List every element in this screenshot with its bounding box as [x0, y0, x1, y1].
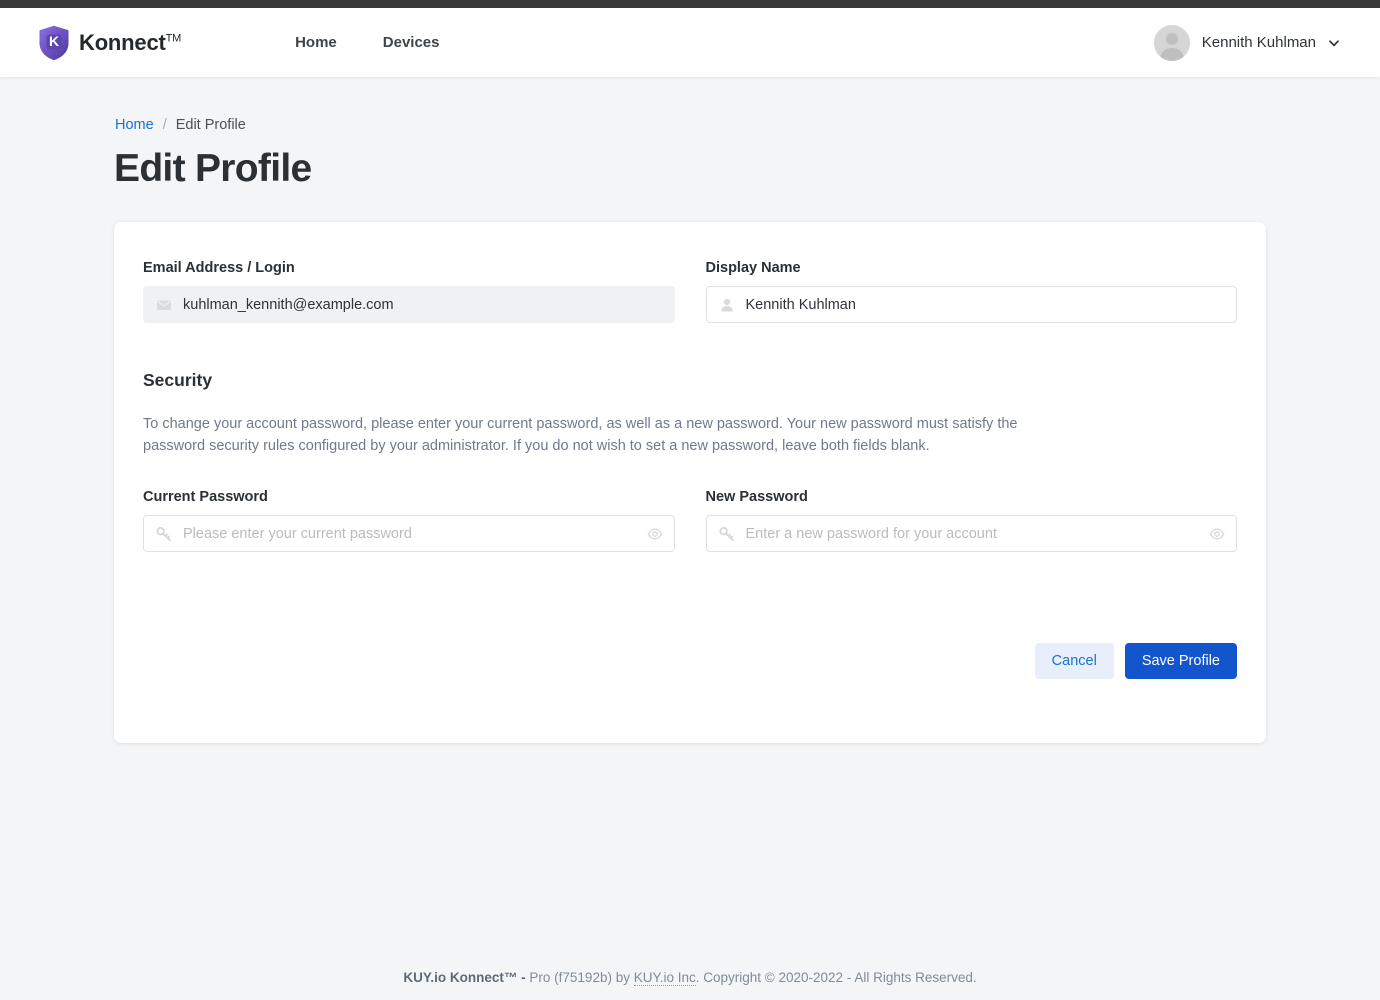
eye-icon[interactable] [1209, 526, 1225, 542]
brand-trademark: TM [165, 32, 182, 45]
email-field-group: Email Address / Login [143, 260, 675, 323]
email-input-wrap [143, 286, 675, 323]
current-password-input-wrap [143, 515, 675, 552]
footer-version: Pro (f75192b) by [529, 969, 630, 985]
user-silhouette-icon [1153, 24, 1190, 61]
app-header: K KonnectTM Home Devices Kennith Kuhlman [0, 8, 1380, 77]
current-password-field-group: Current Password [143, 489, 675, 552]
footer-brand: KUY.io Konnect™ - [403, 969, 526, 985]
current-password-label: Current Password [143, 489, 268, 505]
breadcrumb-current: Edit Profile [175, 117, 246, 133]
edit-profile-card: Email Address / Login Display Name [114, 222, 1266, 743]
avatar [1153, 24, 1190, 61]
footer-company: KUY.io Inc [633, 969, 696, 986]
password-row: Current Password New Password [143, 489, 1237, 552]
user-menu[interactable]: Kennith Kuhlman [1153, 24, 1340, 61]
page-footer: KUY.io Konnect™ - Pro (f75192b) by KUY.i… [0, 954, 1380, 1000]
primary-nav: Home Devices [295, 34, 439, 51]
current-password-input[interactable] [143, 515, 675, 552]
new-password-input[interactable] [705, 515, 1237, 552]
display-name-label: Display Name [705, 260, 801, 276]
page-body: Home / Edit Profile Edit Profile Email A… [0, 77, 1380, 743]
new-password-label: New Password [705, 489, 808, 505]
breadcrumb: Home / Edit Profile [114, 117, 1266, 133]
footer-copyright: . Copyright © 2020-2022 - All Rights Res… [695, 969, 977, 985]
display-name-input-wrap [705, 286, 1237, 323]
user-menu-label: Kennith Kuhlman [1201, 34, 1316, 51]
new-password-field-group: New Password [705, 489, 1237, 552]
page-title: Edit Profile [114, 147, 312, 190]
security-section-description: To change your account password, please … [143, 416, 1018, 454]
email-input [143, 286, 675, 323]
display-name-input[interactable] [705, 286, 1237, 323]
form-actions: Cancel Save Profile [143, 643, 1237, 679]
brand-name: KonnectTM [79, 29, 182, 55]
display-name-field-group: Display Name [705, 260, 1237, 323]
cancel-button[interactable]: Cancel [1034, 643, 1114, 679]
brand-logo[interactable]: K KonnectTM [38, 25, 181, 61]
identity-row: Email Address / Login Display Name [143, 260, 1237, 323]
top-accent-bar [0, 0, 1380, 8]
breadcrumb-separator: / [162, 117, 167, 133]
eye-icon[interactable] [646, 526, 663, 542]
new-password-input-wrap [705, 515, 1237, 552]
nav-item-home[interactable]: Home [295, 34, 337, 51]
footer-text: KUY.io Konnect™ - Pro (f75192b) by KUY.i… [403, 969, 977, 986]
breadcrumb-home-link[interactable]: Home [115, 117, 154, 133]
security-section-title: Security [143, 370, 213, 390]
chevron-down-icon [1329, 39, 1339, 46]
svg-text:K: K [49, 33, 59, 49]
nav-item-devices[interactable]: Devices [383, 34, 440, 51]
save-profile-button[interactable]: Save Profile [1124, 643, 1237, 679]
email-label: Email Address / Login [143, 260, 295, 276]
konnect-shield-icon: K [39, 25, 69, 60]
